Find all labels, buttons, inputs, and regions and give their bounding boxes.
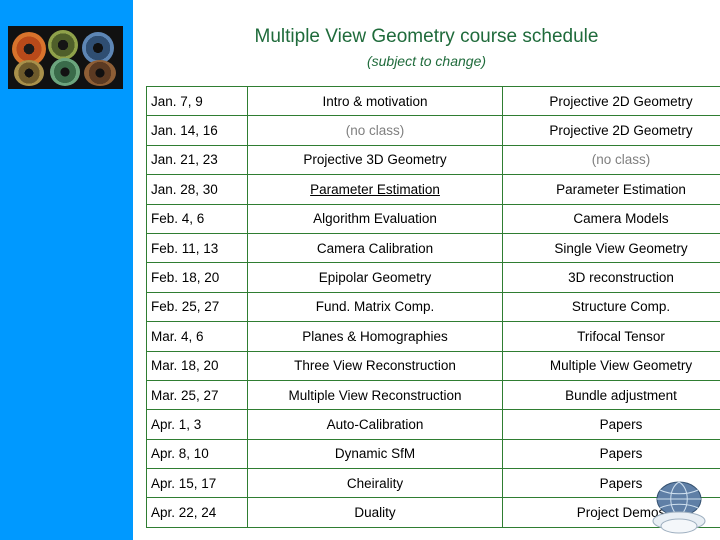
schedule-session-a-cell: (no class) <box>247 115 503 146</box>
schedule-session-a-cell: Fund. Matrix Comp. <box>247 291 503 323</box>
schedule-table: Jan. 7, 9 Intro & motivation Projective 2D… <box>146 85 720 528</box>
schedule-date-cell: Jan. 21, 23 <box>146 144 248 176</box>
table-row: Feb. 18, 20 Epipolar Geometry 3D reconstru… <box>146 262 720 293</box>
table-row: Feb. 25, 27 Fund. Matrix Comp. Structure C… <box>146 291 720 323</box>
schedule-session-b-cell: Structure Comp. <box>502 291 720 323</box>
table-row: Jan. 21, 23 Projective 3D Geometry (no cla… <box>146 144 720 176</box>
schedule-session-a-cell: Duality <box>247 497 503 528</box>
schedule-session-b-cell: Parameter Estimation <box>502 174 720 205</box>
schedule-session-b-cell: Multiple View Geometry <box>502 350 720 381</box>
page-subtitle: (subject to change) <box>366 53 487 69</box>
table-row: Apr. 8, 10 Dynamic SfM Papers <box>146 438 720 470</box>
table-row: Apr. 15, 17 Cheirality Papers <box>146 468 720 499</box>
schedule-session-a-cell: Camera Calibration <box>247 232 503 264</box>
schedule-date-cell: Mar. 4, 6 <box>146 321 248 352</box>
schedule-session-b-cell: Trifocal Tensor <box>502 321 720 352</box>
schedule-session-a-cell: Dynamic SfM <box>247 438 503 470</box>
schedule-date-cell: Jan. 7, 9 <box>146 85 248 117</box>
schedule-session-b-cell: Projective 2D Geometry <box>502 115 720 146</box>
table-row: Jan. 28, 30 Parameter Estimation Parameter… <box>146 174 720 205</box>
schedule-session-a-cell: Three View Reconstruction <box>247 350 503 381</box>
schedule-date-cell: Feb. 18, 20 <box>146 262 248 293</box>
schedule-session-b-cell: Papers <box>502 409 720 440</box>
table-row: Mar. 25, 27 Multiple View Reconstruction B… <box>146 379 720 411</box>
schedule-date-cell: Apr. 1, 3 <box>146 409 248 440</box>
schedule-session-b-cell: Camera Models <box>502 203 720 234</box>
schedule-session-a-cell: Planes & Homographies <box>247 321 503 352</box>
eye-4-icon <box>14 60 44 86</box>
schedule-date-cell: Jan. 28, 30 <box>146 174 248 205</box>
schedule-date-cell: Apr. 8, 10 <box>146 438 248 470</box>
schedule-date-cell: Feb. 11, 13 <box>146 232 248 264</box>
schedule-session-b-cell: Project Demos <box>502 497 720 528</box>
schedule-date-cell: Feb. 4, 6 <box>146 203 248 234</box>
schedule-session-b-cell: Projective 2D Geometry <box>502 85 720 117</box>
schedule-session-a-cell: Auto-Calibration <box>247 409 503 440</box>
schedule-session-b-cell: Single View Geometry <box>502 232 720 264</box>
table-row: Apr. 22, 24 Duality Project Demos <box>146 497 720 528</box>
schedule-date-cell: Jan. 14, 16 <box>146 115 248 146</box>
table-row: Mar. 18, 20 Three View Reconstruction Mult… <box>146 350 720 381</box>
eye-2-icon <box>48 30 78 60</box>
table-row: Feb. 11, 13 Camera Calibration Single View… <box>146 232 720 264</box>
schedule-session-a-cell: Multiple View Reconstruction <box>247 379 503 411</box>
page-title: Multiple View Geometry course schedule <box>254 26 599 47</box>
schedule-date-cell: Apr. 15, 17 <box>146 468 248 499</box>
eye-5-icon <box>50 58 80 86</box>
schedule-session-a-cell: Parameter Estimation <box>247 174 503 205</box>
schedule-session-b-cell: Papers <box>502 468 720 499</box>
schedule-session-b-cell: (no class) <box>502 144 720 176</box>
table-row: Mar. 4, 6 Planes & Homographies Trifocal T… <box>146 321 720 352</box>
schedule-date-cell: Feb. 25, 27 <box>146 291 248 323</box>
schedule-session-a-cell: Algorithm Evaluation <box>247 203 503 234</box>
table-row: Feb. 4, 6 Algorithm Evaluation Camera Mode… <box>146 203 720 234</box>
schedule-session-a-cell: Epipolar Geometry <box>247 262 503 293</box>
eye-6-icon <box>84 60 116 86</box>
schedule-session-a-cell: Projective 3D Geometry <box>247 144 503 176</box>
schedule-date-cell: Apr. 22, 24 <box>146 497 248 528</box>
table-row: Jan. 14, 16 (no class) Projective 2D Geome… <box>146 115 720 146</box>
schedule-session-b-cell: 3D reconstruction <box>502 262 720 293</box>
table-row: Apr. 1, 3 Auto-Calibration Papers <box>146 409 720 440</box>
schedule-session-b-cell: Bundle adjustment <box>502 379 720 411</box>
schedule-date-cell: Mar. 18, 20 <box>146 350 248 381</box>
schedule-session-a-cell: Intro & motivation <box>247 85 503 117</box>
schedule-table-body: Jan. 7, 9 Intro & motivation Projective 2D… <box>146 85 720 528</box>
eyes-photo <box>8 26 123 89</box>
table-row: Jan. 7, 9 Intro & motivation Projective 2D… <box>146 85 720 117</box>
schedule-date-cell: Mar. 25, 27 <box>146 379 248 411</box>
schedule-session-b-cell: Papers <box>502 438 720 470</box>
schedule-session-a-cell: Cheirality <box>247 468 503 499</box>
